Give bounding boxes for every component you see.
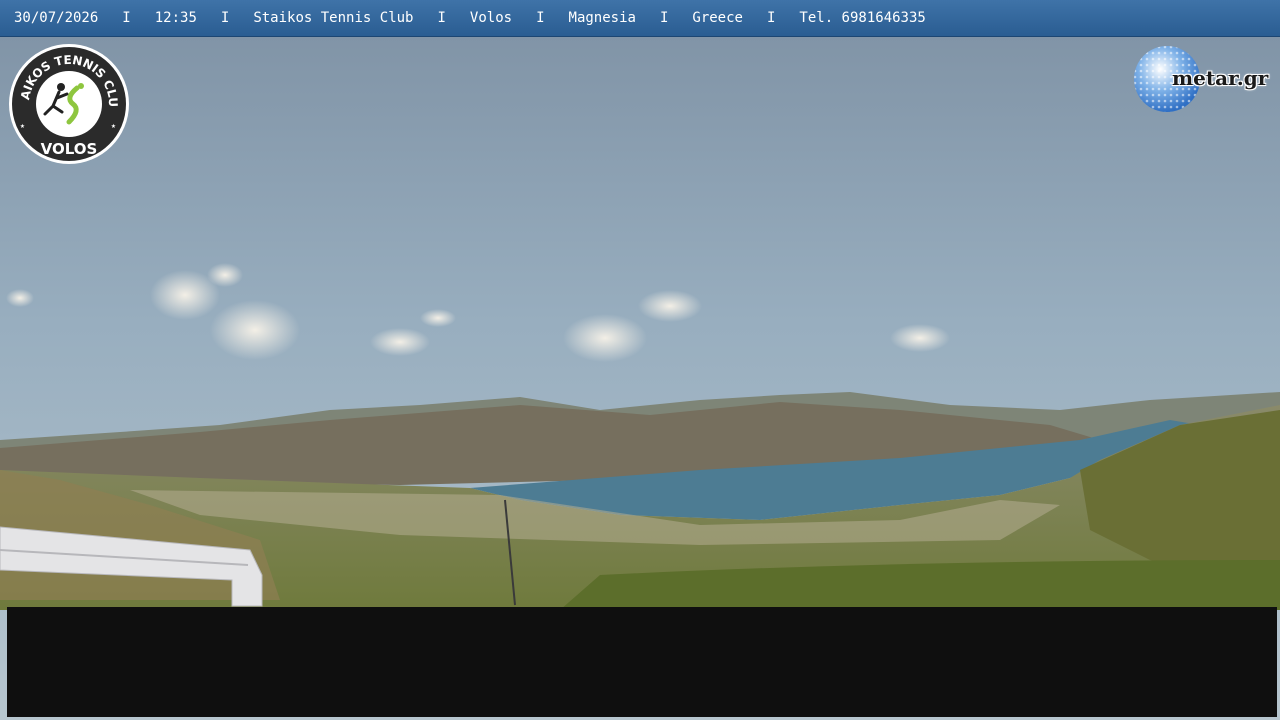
info-bar: 30/07/2026 I 12:35 I Staikos Tennis Club… [0,0,1280,37]
svg-text:VOLOS: VOLOS [41,140,98,158]
time-text: 12:35 [154,10,197,26]
black-panel [7,607,1277,717]
separator: I [659,10,669,26]
svg-text:★: ★ [111,121,116,130]
date-text: 30/07/2026 [14,10,99,26]
separator: I [437,10,446,26]
phone-number: Tel. 6981646335 [799,10,926,26]
country-name: Greece [692,10,743,26]
region-name: Magnesia [568,10,636,26]
separator: I [536,10,545,26]
city-name: Volos [469,10,513,26]
club-logo: STAIKOS TENNIS CLUB VOLOS ★ ★ [7,42,129,164]
separator: I [122,10,131,26]
separator: I [766,10,776,26]
club-name: Staikos Tennis Club [253,10,414,26]
separator: I [220,10,230,26]
provider-logo-text: metar.gr [1172,66,1269,90]
svg-text:★: ★ [20,121,25,130]
